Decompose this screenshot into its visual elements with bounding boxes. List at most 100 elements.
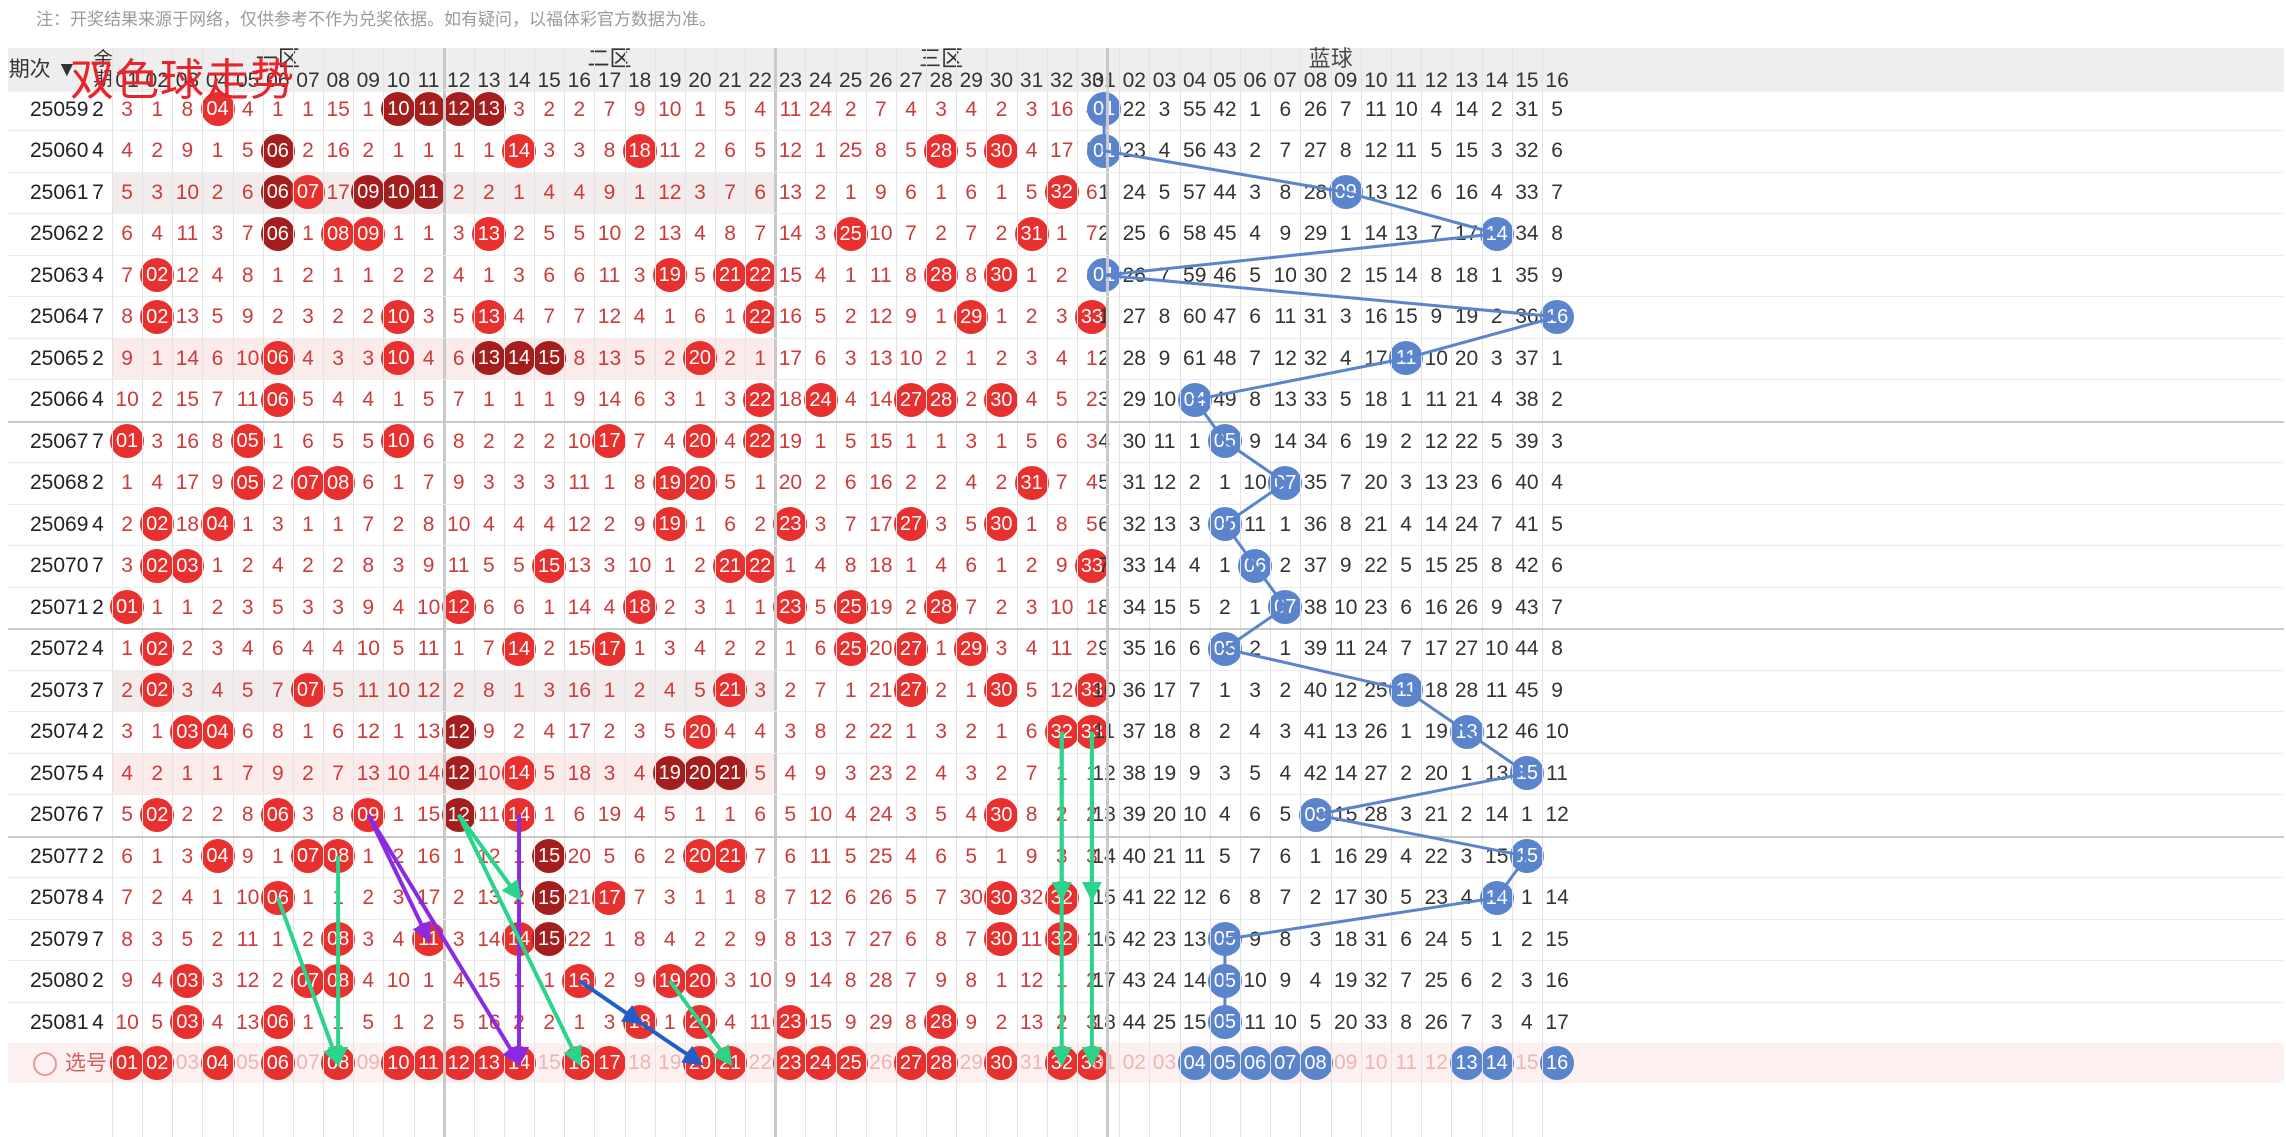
blue-miss-count: 1 bbox=[1400, 388, 1412, 411]
blue-miss-count: 59 bbox=[1183, 263, 1207, 287]
column-divider bbox=[1360, 48, 1362, 1137]
miss-count: 14 bbox=[567, 595, 591, 619]
select-blue-option[interactable]: 12 bbox=[1421, 1043, 1451, 1085]
select-blue-option[interactable]: 09 bbox=[1331, 1043, 1361, 1085]
select-blue-option[interactable]: 15 bbox=[1512, 1043, 1542, 1085]
blue-miss-count: 4 bbox=[1400, 844, 1412, 868]
red-ball: 19 bbox=[652, 507, 687, 542]
select-red-option[interactable]: 18 bbox=[625, 1043, 655, 1085]
miss-count: 9 bbox=[1025, 844, 1038, 868]
red-ball: 06 bbox=[260, 341, 295, 376]
miss-count: 3 bbox=[663, 637, 676, 660]
blue-miss-count: 36 bbox=[1515, 305, 1539, 328]
miss-count: 4 bbox=[241, 637, 254, 660]
miss-count: 4 bbox=[422, 346, 435, 370]
select-red-ball: 23 bbox=[773, 1046, 808, 1080]
select-red-option[interactable]: 22 bbox=[745, 1043, 775, 1085]
blue-miss-count: 6 bbox=[1219, 886, 1231, 909]
miss-count: 11 bbox=[236, 388, 259, 411]
blue-miss-count: 13 bbox=[1334, 720, 1358, 743]
blue-miss-count: 3 bbox=[1551, 429, 1563, 453]
select-red-option[interactable]: 29 bbox=[956, 1043, 986, 1085]
miss-count: 4 bbox=[905, 844, 917, 868]
select-blue-option[interactable]: 10 bbox=[1361, 1043, 1391, 1085]
column-divider bbox=[1542, 48, 1543, 1137]
select-blue-option[interactable]: 03 bbox=[1149, 1043, 1179, 1085]
blue-miss-count: 20 bbox=[1454, 346, 1479, 370]
miss-count: 4 bbox=[181, 886, 194, 909]
miss-count: 4 bbox=[271, 554, 284, 577]
miss-count: 1 bbox=[1025, 512, 1038, 536]
blue-miss-count: 14 bbox=[1424, 512, 1448, 536]
miss-count: 2 bbox=[513, 1010, 525, 1034]
miss-count: 5 bbox=[1025, 429, 1038, 453]
select-row[interactable]: 选号 01 02 03 04 05 06 07 08 09 10 11 12 13 14 15 16 17 18 19… bbox=[8, 1043, 2284, 1083]
blue-miss-count: 18 bbox=[1424, 678, 1448, 702]
blue-miss-count: 17 bbox=[1334, 886, 1358, 909]
miss-count: 13 bbox=[869, 346, 893, 370]
blue-miss-count: 58 bbox=[1183, 222, 1207, 245]
miss-count: 5 bbox=[573, 222, 586, 245]
miss-count: 4 bbox=[1025, 139, 1038, 162]
red-ball: 04 bbox=[200, 839, 235, 874]
miss-count: 13 bbox=[808, 927, 833, 951]
select-red-option[interactable]: 26 bbox=[866, 1043, 896, 1085]
red-ball: 15 bbox=[532, 548, 567, 583]
select-blue-option[interactable]: 01 bbox=[1089, 1043, 1119, 1085]
blue-miss-count: 1 bbox=[1490, 263, 1503, 287]
select-label[interactable]: 选号 bbox=[30, 1043, 110, 1085]
red-ball: 23 bbox=[773, 590, 808, 625]
miss-count: 5 bbox=[663, 720, 676, 743]
miss-count: 9 bbox=[844, 1010, 857, 1034]
miss-count: 1 bbox=[814, 139, 827, 162]
miss-count: 9 bbox=[573, 388, 586, 411]
miss-count: 12 bbox=[416, 678, 441, 702]
miss-count: 2 bbox=[633, 678, 646, 702]
select-red-option[interactable]: 31 bbox=[1017, 1043, 1047, 1085]
blue-miss-count: 4 bbox=[1339, 346, 1352, 370]
select-red-option[interactable]: 09 bbox=[353, 1043, 383, 1085]
miss-count: 10 bbox=[477, 761, 501, 785]
select-red-option[interactable]: 07 bbox=[293, 1043, 323, 1085]
select-red-option[interactable]: 05 bbox=[233, 1043, 263, 1085]
blue-miss-count: 4 bbox=[1430, 97, 1443, 121]
miss-count: 1 bbox=[422, 222, 435, 245]
miss-count: 3 bbox=[905, 803, 917, 826]
select-red-option[interactable]: 15 bbox=[534, 1043, 564, 1085]
miss-count: 7 bbox=[543, 305, 555, 328]
blue-miss-count: 29 bbox=[1364, 844, 1388, 868]
blue-miss-count: 42 bbox=[1303, 761, 1328, 785]
red-ball: 08 bbox=[321, 963, 356, 998]
miss-count: 1 bbox=[724, 886, 736, 909]
miss-count: 1 bbox=[905, 429, 917, 453]
blue-miss-count: 29 bbox=[1303, 222, 1328, 245]
blue-miss-count: 3 bbox=[1249, 678, 1261, 702]
miss-count: 2 bbox=[151, 388, 164, 411]
miss-count: 5 bbox=[452, 1010, 465, 1034]
miss-count: 2 bbox=[513, 720, 525, 743]
miss-count: 8 bbox=[362, 554, 375, 577]
miss-count: 1 bbox=[302, 886, 314, 909]
miss-count: 3 bbox=[121, 554, 133, 577]
blue-miss-count: 12 bbox=[1152, 471, 1177, 494]
row-divider bbox=[8, 628, 2284, 630]
issue-header[interactable]: 期次 ▼ bbox=[8, 48, 78, 92]
select-blue-option[interactable]: 11 bbox=[1391, 1043, 1421, 1085]
select-red-option[interactable]: 03 bbox=[172, 1043, 202, 1085]
blue-miss-count: 2 bbox=[1279, 678, 1292, 702]
column-divider bbox=[1076, 48, 1078, 1137]
blue-miss-count: 35 bbox=[1122, 637, 1146, 660]
blue-miss-count: 29 bbox=[1122, 388, 1146, 411]
miss-count: 6 bbox=[784, 844, 797, 868]
miss-count: 1 bbox=[332, 512, 344, 536]
red-ball: 13 bbox=[471, 216, 506, 251]
select-red-option[interactable]: 19 bbox=[655, 1043, 685, 1085]
miss-count: 16 bbox=[1050, 97, 1074, 121]
miss-count: 13 bbox=[658, 222, 682, 245]
blue-miss-count: 5 bbox=[1400, 554, 1412, 577]
blue-ball: 05 bbox=[1207, 1005, 1242, 1040]
miss-count: 1 bbox=[995, 844, 1008, 868]
select-blue-option[interactable]: 02 bbox=[1119, 1043, 1149, 1085]
blue-miss-count: 25 bbox=[1454, 554, 1479, 577]
blue-miss-count: 10 bbox=[1273, 1010, 1297, 1034]
